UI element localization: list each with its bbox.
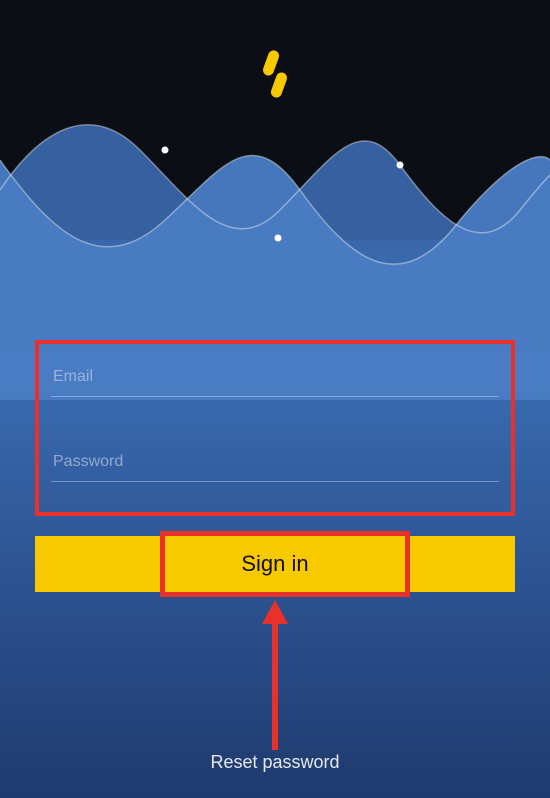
- annotation-form-highlight: [35, 340, 515, 516]
- annotation-arrow-icon: [260, 600, 290, 755]
- reset-password-link[interactable]: Reset password: [210, 752, 339, 772]
- app-logo-icon: [252, 48, 298, 100]
- signin-button[interactable]: Sign in: [35, 536, 515, 592]
- password-field[interactable]: [51, 447, 499, 482]
- login-form: [35, 340, 515, 516]
- email-field[interactable]: [51, 362, 499, 397]
- login-screen: Sign in Reset password: [0, 0, 550, 798]
